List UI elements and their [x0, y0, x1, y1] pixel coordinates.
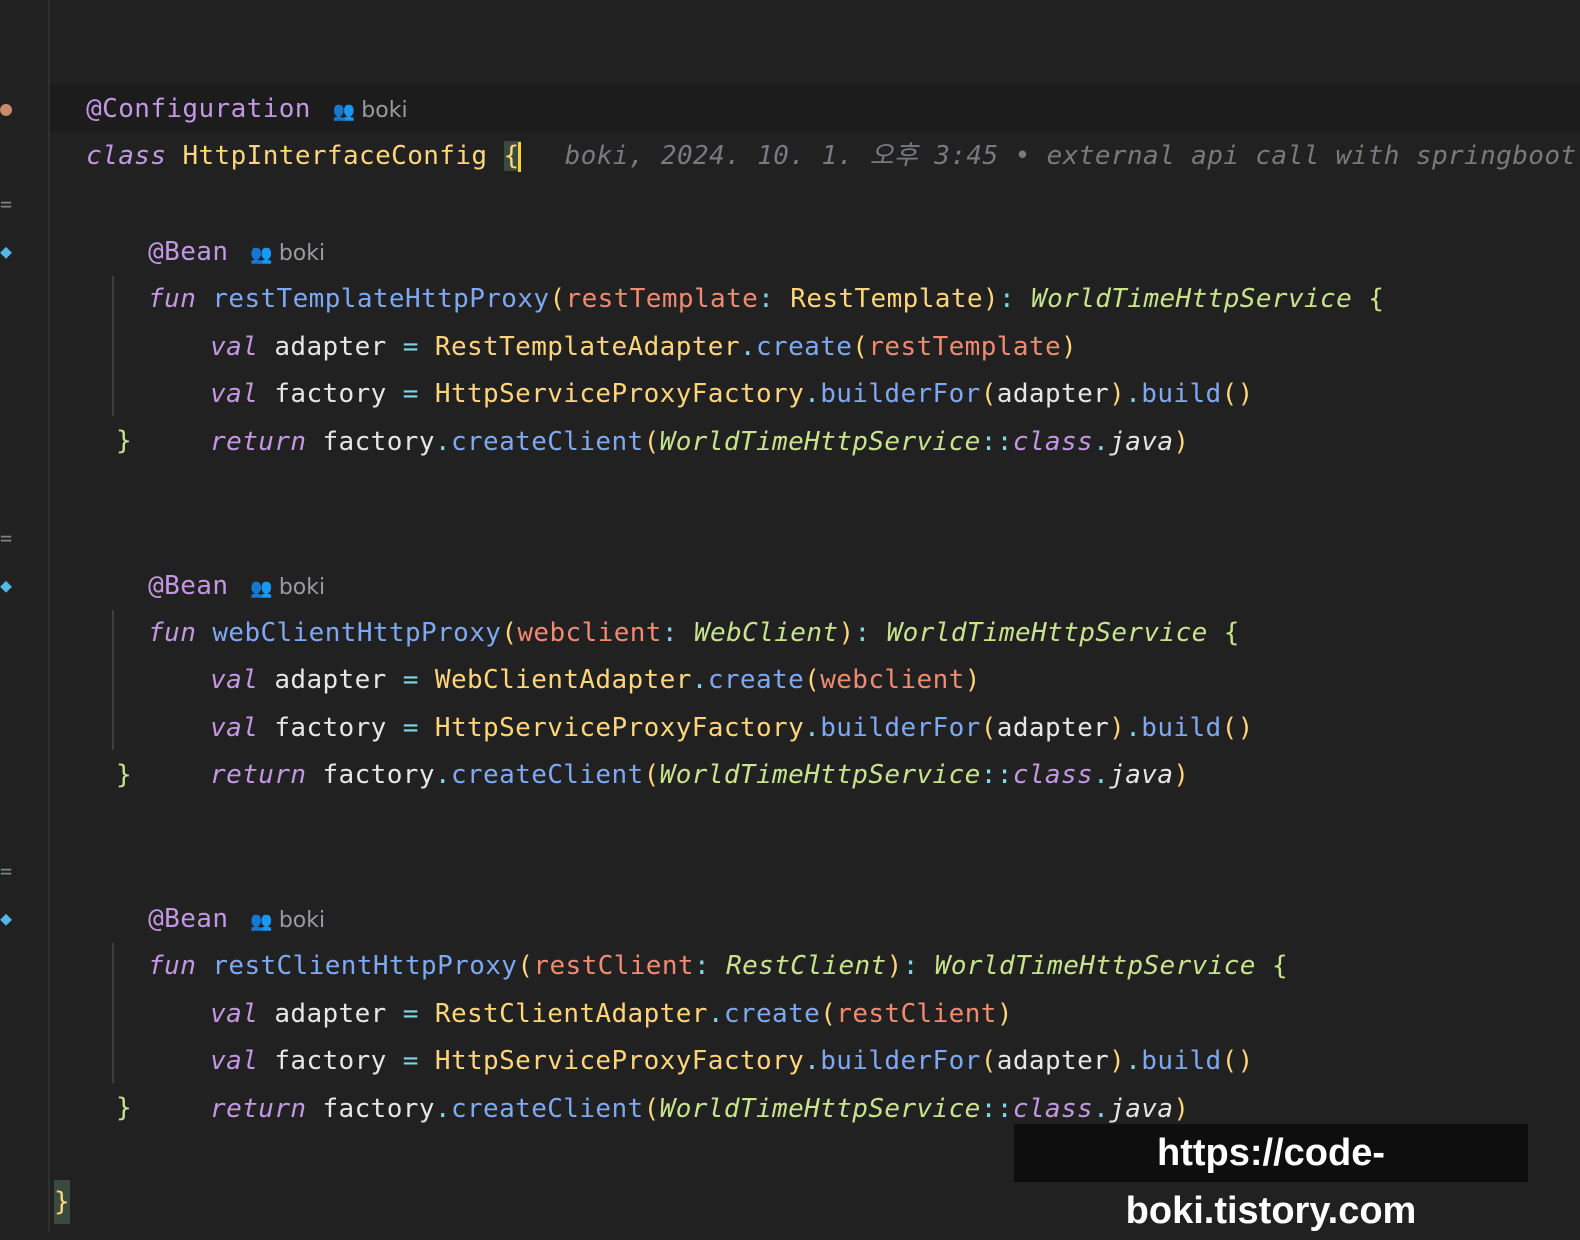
- code-token: {: [1271, 951, 1288, 981]
- implements-icon[interactable]: ◆: [0, 227, 14, 275]
- indent-guide: [112, 276, 114, 416]
- code-token: createClient: [450, 427, 644, 457]
- class-keyword: class: [86, 141, 167, 171]
- bean-gutter-icon[interactable]: =: [0, 514, 14, 562]
- code-token: java: [1109, 760, 1174, 790]
- code-token: .: [1093, 1094, 1110, 1124]
- code-line-adapter-3[interactable]: val adapter = RestClientAdapter.create(r…: [178, 942, 1013, 1029]
- code-line-annotation[interactable]: @Configuration 👥 boki: [54, 37, 407, 124]
- code-line-factory-2[interactable]: val factory = HttpServiceProxyFactory.bu…: [178, 656, 1254, 743]
- code-token: {: [1223, 618, 1240, 648]
- class-close-brace[interactable]: }: [54, 1180, 70, 1224]
- code-line-factory-3[interactable]: val factory = HttpServiceProxyFactory.bu…: [178, 989, 1254, 1076]
- method-signature-3[interactable]: fun restClientHttpProxy(restClient: Rest…: [116, 894, 1288, 981]
- text-caret: [517, 141, 521, 172]
- code-token: createClient: [450, 1094, 644, 1124]
- code-line-adapter-1[interactable]: val adapter = RestTemplateAdapter.create…: [178, 275, 1077, 362]
- code-token: (): [1221, 1046, 1254, 1076]
- code-token: class: [1012, 427, 1094, 457]
- git-blame-inline[interactable]: boki, 2024. 10. 1. 오후 3:45 • external ap…: [565, 141, 1577, 171]
- code-line-return-3[interactable]: return factory.createClient(WorldTimeHtt…: [178, 1037, 1189, 1124]
- code-token: .: [434, 1094, 451, 1124]
- code-token: createClient: [450, 760, 644, 790]
- implements-icon[interactable]: ◆: [0, 561, 14, 609]
- code-token: factory: [322, 427, 435, 457]
- code-token: (: [643, 427, 660, 457]
- code-token: }: [116, 426, 133, 456]
- implements-icon[interactable]: ◆: [0, 894, 14, 942]
- code-token: .: [1093, 427, 1110, 457]
- code-token: ::: [980, 427, 1013, 457]
- code-token: (: [643, 760, 660, 790]
- code-line-bean-3[interactable]: @Bean 👥 boki: [116, 847, 325, 934]
- code-token: return: [210, 760, 307, 790]
- code-token: factory: [322, 760, 435, 790]
- code-token: return: [210, 1094, 307, 1124]
- debug-avatar-icon[interactable]: ●: [0, 84, 14, 132]
- code-line-bean-2[interactable]: @Bean 👥 boki: [116, 514, 325, 601]
- class-name: HttpInterfaceConfig: [182, 141, 488, 171]
- method-signature-2[interactable]: fun webClientHttpProxy(webclient: WebCli…: [116, 561, 1240, 648]
- code-token: }: [116, 1093, 133, 1123]
- code-token: .: [1093, 760, 1110, 790]
- code-token: ::: [980, 760, 1013, 790]
- code-line-adapter-2[interactable]: val adapter = WebClientAdapter.create(we…: [178, 608, 981, 695]
- method-close-brace-1[interactable]: }: [116, 417, 132, 465]
- method-signature-1[interactable]: fun restTemplateHttpProxy(restTemplate: …: [116, 227, 1384, 314]
- code-line-class[interactable]: class HttpInterfaceConfig { boki, 2024. 1…: [54, 84, 1576, 172]
- code-token: java: [1109, 1094, 1174, 1124]
- code-line-bean-1[interactable]: @Bean 👥 boki: [116, 180, 325, 267]
- code-token: (): [1221, 379, 1254, 409]
- code-token: WorldTimeHttpService: [659, 760, 981, 790]
- code-token: .: [434, 427, 451, 457]
- code-token: {: [1368, 284, 1385, 314]
- code-token: ): [1173, 427, 1190, 457]
- class-open-brace: {: [503, 141, 521, 172]
- code-token: (: [643, 1094, 660, 1124]
- method-close-brace-2[interactable]: }: [116, 751, 132, 799]
- indent-guide: [112, 943, 114, 1083]
- watermark-url: https://code-boki.tistory.com: [1014, 1124, 1528, 1232]
- code-line-return-2[interactable]: return factory.createClient(WorldTimeHtt…: [178, 703, 1189, 790]
- code-token: ): [1173, 1094, 1190, 1124]
- code-token: class: [1012, 1094, 1094, 1124]
- bean-gutter-icon[interactable]: =: [0, 847, 14, 895]
- code-token: class: [1012, 760, 1094, 790]
- code-token: (): [1221, 713, 1254, 743]
- method-close-brace-3[interactable]: }: [116, 1084, 132, 1132]
- code-token: ): [1173, 760, 1190, 790]
- code-token: java: [1109, 427, 1174, 457]
- code-token: return: [210, 427, 307, 457]
- bean-gutter-icon[interactable]: =: [0, 180, 14, 228]
- indent-guide: [112, 610, 114, 750]
- code-line-factory-1[interactable]: val factory = HttpServiceProxyFactory.bu…: [178, 322, 1254, 409]
- gutter-separator: [48, 0, 50, 1232]
- code-token: WorldTimeHttpService: [1031, 284, 1353, 314]
- code-token: .: [434, 760, 451, 790]
- code-token: }: [116, 760, 133, 790]
- code-line-return-1[interactable]: return factory.createClient(WorldTimeHtt…: [178, 370, 1189, 457]
- code-token: WorldTimeHttpService: [659, 427, 981, 457]
- code-token: factory: [322, 1094, 435, 1124]
- code-token: WorldTimeHttpService: [659, 1094, 981, 1124]
- code-token: ::: [980, 1094, 1013, 1124]
